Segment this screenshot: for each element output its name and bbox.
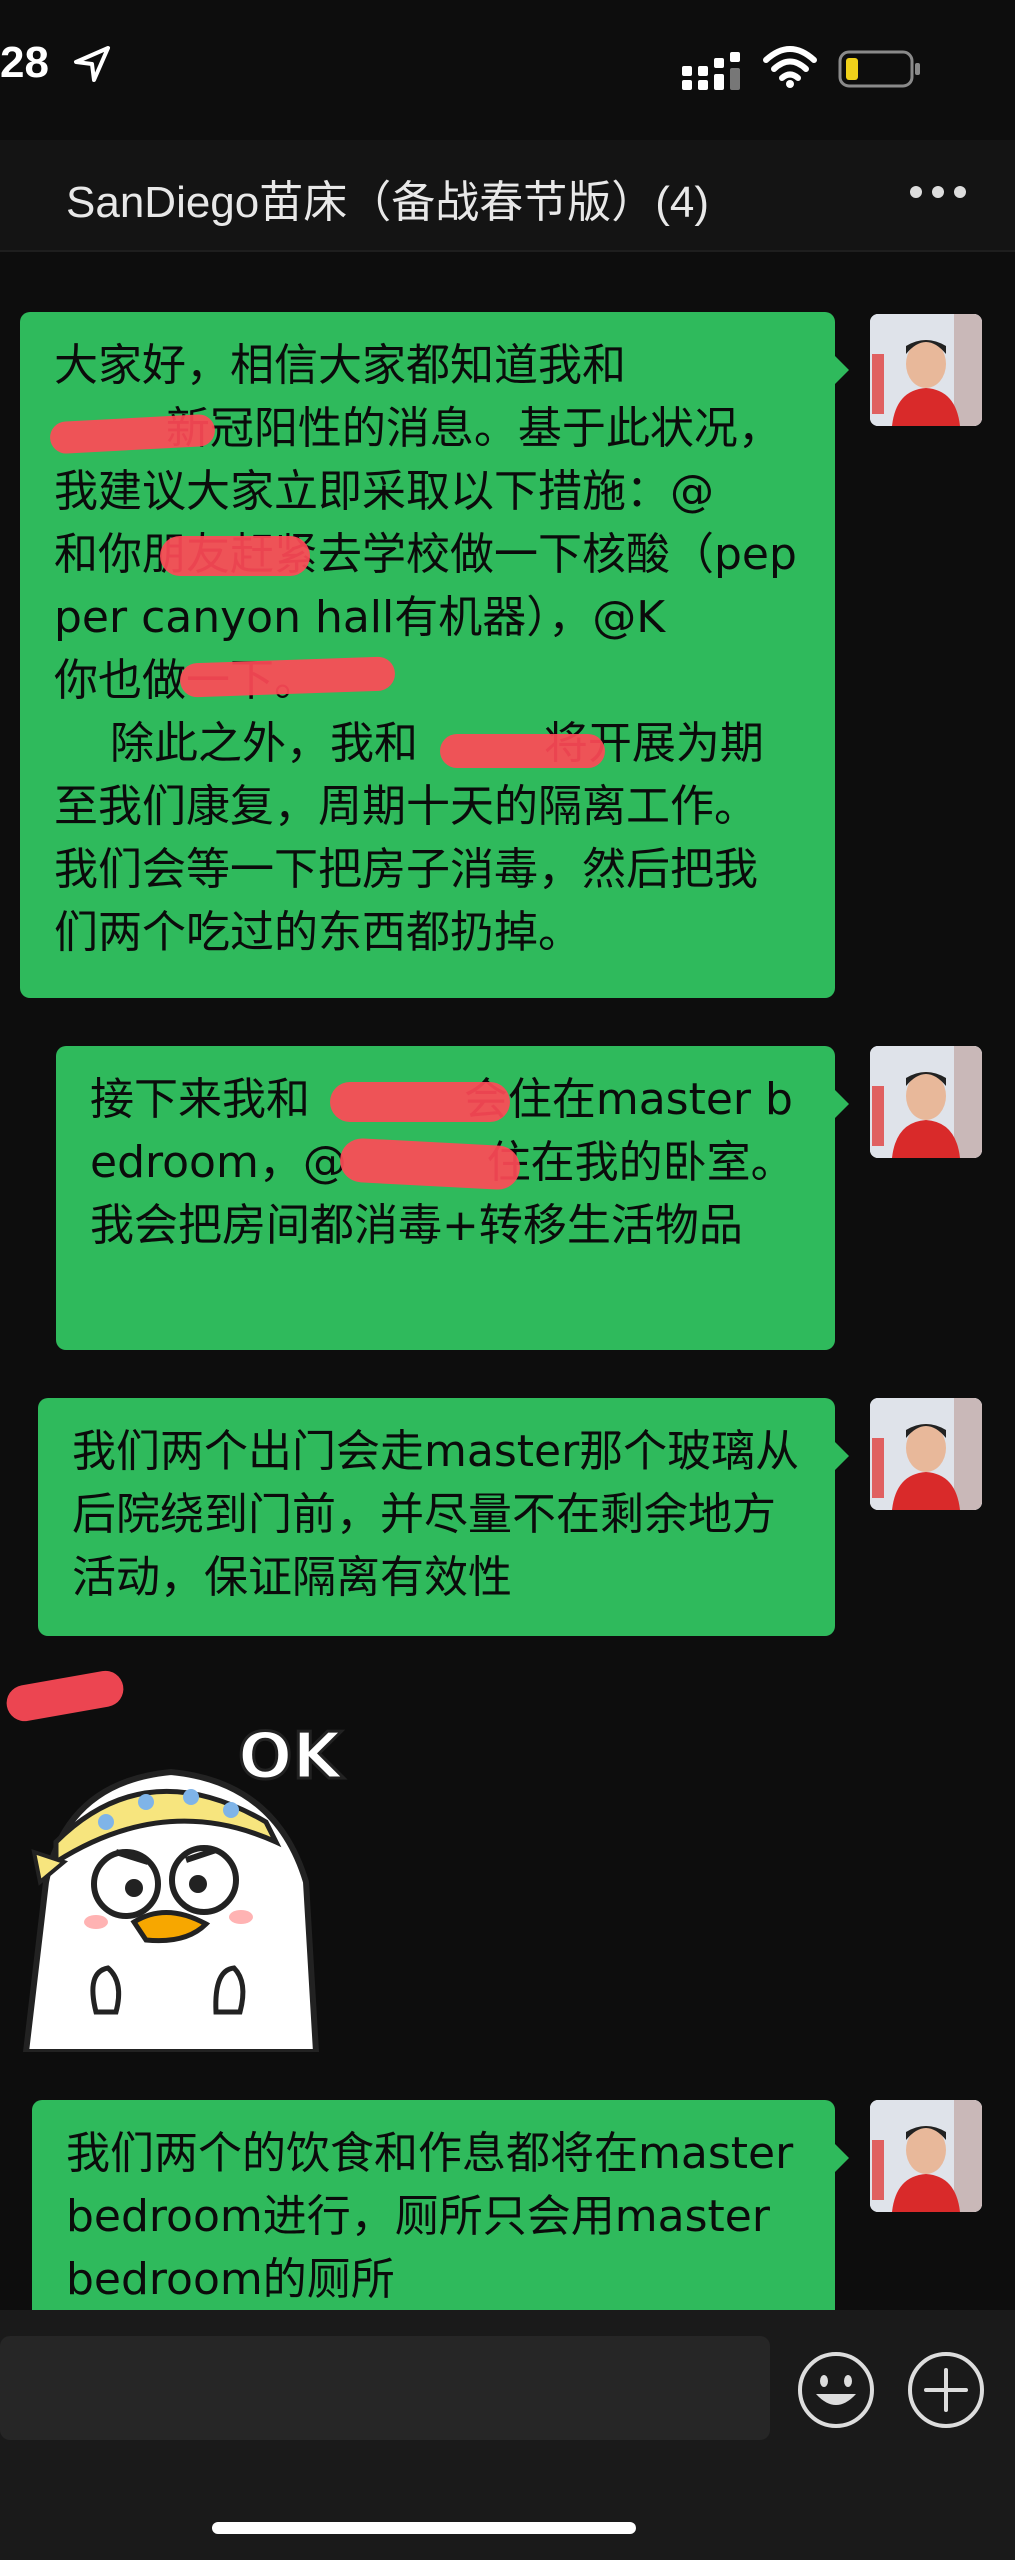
sticker-caption: OK [237,1719,344,1796]
message-input[interactable] [0,2336,770,2440]
redaction-mark [440,734,605,768]
plus-icon[interactable] [906,2350,986,2430]
chat-title: SanDiego苗床（备战春节版）(4) [66,178,710,227]
redaction-mark [338,1137,522,1191]
status-time: 28 [0,38,49,87]
message-bubble[interactable]: 我们两个的饮食和作息都将在master bedroom进行，厕所只会用maste… [32,2100,849,2338]
user-avatar[interactable] [870,2100,982,2212]
user-avatar[interactable] [870,1046,982,1158]
cellular-signal-icon [682,52,740,90]
message-bubble[interactable]: 我们两个出门会走master那个玻璃从后院绕到门前，并尽量不在剩余地方活动，保证… [38,1398,849,1636]
home-indicator[interactable] [212,2522,636,2534]
user-avatar[interactable] [870,1398,982,1510]
battery-icon [838,50,920,88]
message-bubble[interactable]: 大家好，相信大家都知道我和 新冠阳性的消息。基于此状况，我建议大家立即采取以下措… [20,312,849,998]
more-options-icon[interactable] [908,182,968,202]
wifi-icon [763,46,817,88]
emoji-icon[interactable] [796,2350,876,2430]
location-arrow-icon [74,46,110,82]
redaction-mark [160,536,310,576]
redaction-mark [330,1082,510,1122]
user-avatar[interactable] [870,314,982,426]
